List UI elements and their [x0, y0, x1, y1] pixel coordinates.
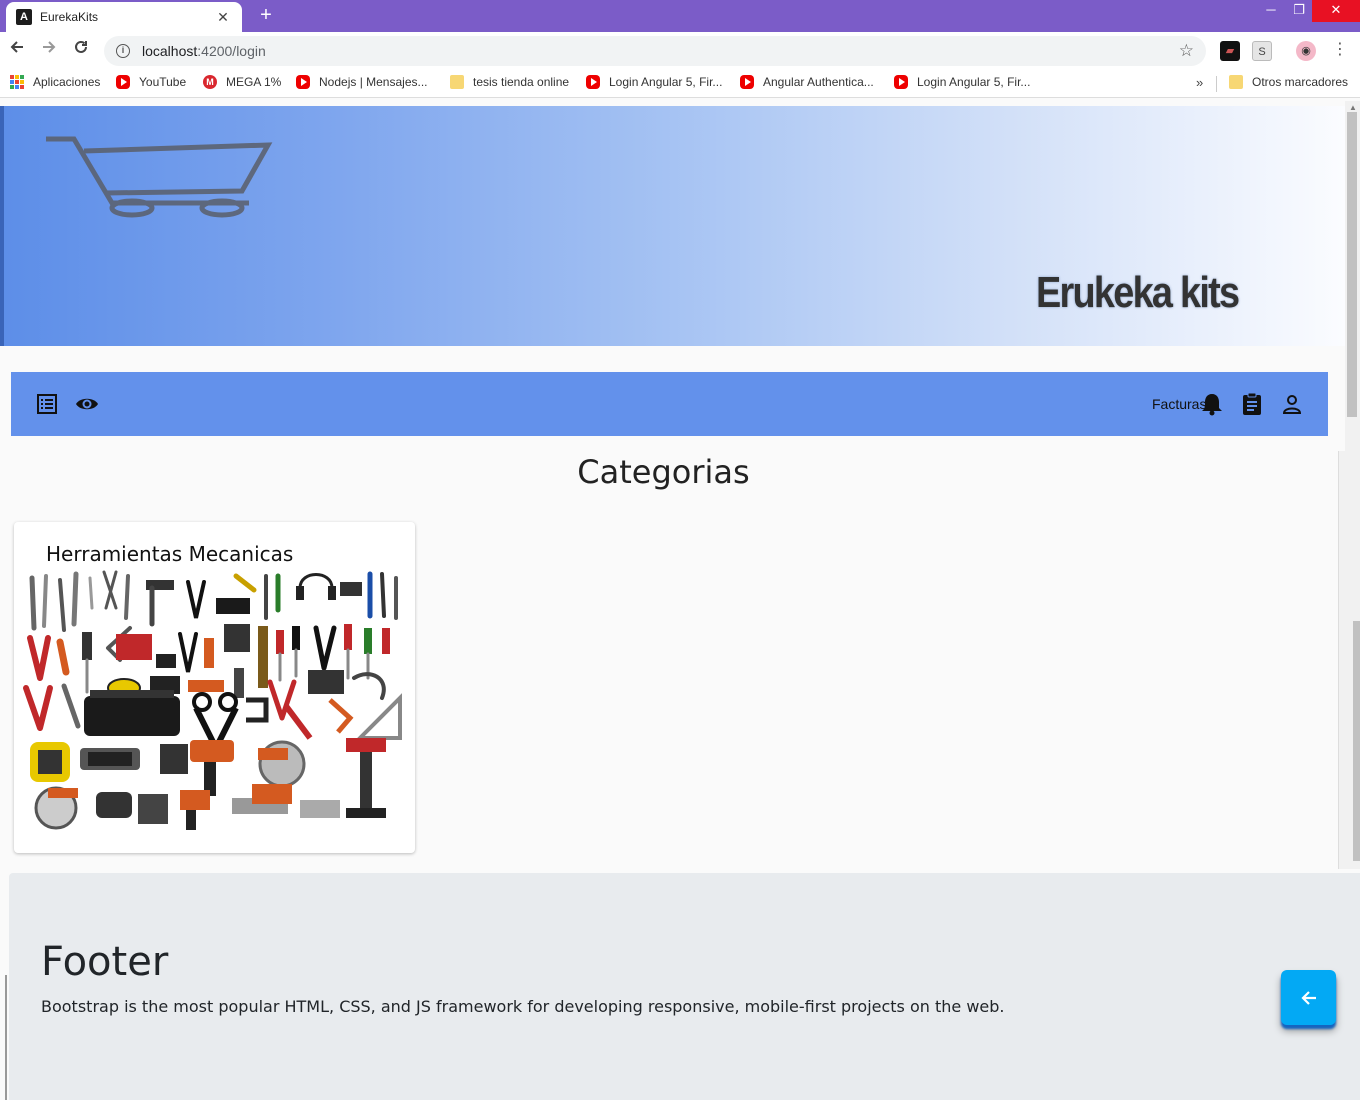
apps-icon: [10, 75, 24, 89]
mega-icon: M: [203, 75, 217, 89]
restore-window-button[interactable]: ❐: [1284, 0, 1314, 22]
footer-text: Bootstrap is the most popular HTML, CSS,…: [41, 997, 1005, 1016]
brand-title: Erukeka kits: [1036, 268, 1240, 317]
browser-toolbar: i localhost:4200/login ☆ ▰ S ◉ ⋮: [0, 32, 1360, 70]
extension-s-icon[interactable]: S: [1252, 41, 1272, 61]
bookmark-item[interactable]: tesis tienda online: [450, 75, 569, 89]
list-icon[interactable]: [35, 392, 59, 416]
address-bar[interactable]: i localhost:4200/login ☆: [104, 36, 1206, 66]
person-icon[interactable]: [1280, 392, 1304, 416]
back-button[interactable]: [5, 38, 29, 62]
close-window-button[interactable]: ✕: [1312, 0, 1360, 22]
youtube-icon: [586, 75, 600, 89]
youtube-icon: [296, 75, 310, 89]
arrow-left-icon: [1300, 990, 1316, 1005]
youtube-icon: [116, 75, 130, 89]
scroll-up-arrow-icon[interactable]: ▲: [1349, 103, 1357, 112]
browser-tabstrip: A EurekaKits ✕ + ─ ❐ ✕: [0, 0, 1360, 32]
facturas-link[interactable]: Facturas: [1152, 396, 1206, 412]
bookmark-item[interactable]: M MEGA 1%: [203, 75, 281, 89]
other-bookmarks-folder[interactable]: Otros marcadores: [1229, 75, 1348, 89]
bookmarks-divider: [1216, 76, 1217, 92]
reload-icon: [75, 40, 87, 53]
page-edge-divider: [5, 975, 7, 1100]
app-navbar: Facturas: [11, 372, 1328, 436]
bookmarks-overflow-button[interactable]: »: [1196, 75, 1203, 90]
close-tab-icon[interactable]: ✕: [214, 9, 232, 26]
url-text[interactable]: localhost:4200/login: [142, 43, 1179, 59]
new-tab-button[interactable]: +: [255, 4, 277, 26]
angular-favicon-icon: A: [16, 9, 32, 25]
eye-icon[interactable]: [75, 392, 99, 416]
back-fab-button[interactable]: [1281, 970, 1336, 1025]
forward-button[interactable]: [37, 38, 61, 62]
page-footer: Footer Bootstrap is the most popular HTM…: [9, 873, 1360, 1100]
forward-arrow-icon: [43, 41, 56, 53]
bell-icon[interactable]: [1200, 392, 1224, 416]
bookmarks-bar: Aplicaciones YouTube M MEGA 1% Nodejs | …: [0, 70, 1360, 98]
browser-menu-icon[interactable]: ⋮: [1330, 39, 1350, 59]
content-scroll-thumb[interactable]: [1353, 621, 1360, 861]
folder-icon: [450, 75, 464, 89]
category-card[interactable]: Herramientas Mecanicas: [14, 522, 415, 853]
bookmark-item[interactable]: Login Angular 5, Fir...: [894, 75, 1030, 89]
site-info-icon[interactable]: i: [116, 44, 130, 58]
youtube-icon: [894, 75, 908, 89]
browser-tab[interactable]: A EurekaKits ✕: [6, 2, 242, 32]
page-viewport: Erukeka kits ▲ Facturas Categorias Herra…: [0, 101, 1360, 1100]
header-scroll-thumb[interactable]: [1347, 112, 1357, 417]
clipboard-icon[interactable]: [1240, 392, 1264, 416]
back-arrow-icon: [10, 41, 23, 53]
tools-collection-image[interactable]: [20, 568, 408, 836]
bookmark-item[interactable]: Login Angular 5, Fir...: [586, 75, 722, 89]
tab-title: EurekaKits: [40, 10, 99, 24]
folder-icon: [1229, 75, 1243, 89]
reload-button[interactable]: [69, 38, 93, 62]
youtube-icon: [740, 75, 754, 89]
bookmark-item[interactable]: Angular Authentica...: [740, 75, 874, 89]
bookmark-star-icon[interactable]: ☆: [1179, 41, 1194, 61]
shopping-cart-icon: [46, 136, 273, 218]
bookmark-item[interactable]: Aplicaciones: [10, 75, 100, 89]
category-card-title: Herramientas Mecanicas: [46, 542, 294, 566]
minimize-window-button[interactable]: ─: [1256, 0, 1286, 22]
profile-avatar[interactable]: ◉: [1296, 41, 1316, 61]
categories-heading: Categorias: [577, 453, 750, 491]
header-banner: Erukeka kits: [0, 106, 1345, 346]
bookmark-item[interactable]: YouTube: [116, 75, 186, 89]
bookmark-item[interactable]: Nodejs | Mensajes...: [296, 75, 428, 89]
extension-icon[interactable]: ▰: [1220, 41, 1240, 61]
footer-title: Footer: [41, 939, 169, 985]
